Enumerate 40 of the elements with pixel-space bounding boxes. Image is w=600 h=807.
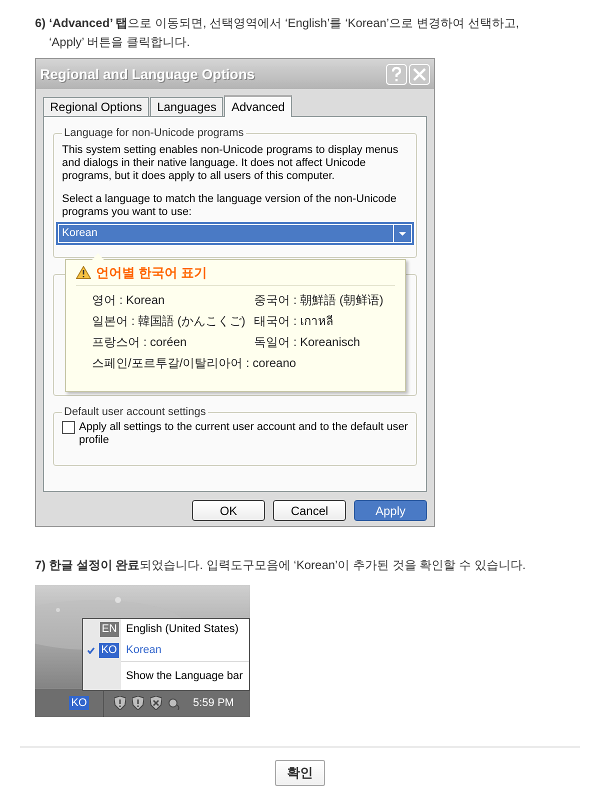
translation-entry: 영어 : Korean [92,293,166,308]
window-title: Regional and Language Options [40,64,256,84]
confirm-button[interactable]: 확인 [275,760,325,786]
dialog-button[interactable]: Apply [354,500,427,521]
menu-item[interactable]: English (United States) [121,621,238,638]
group-legend: Language for non-Unicode programs [62,127,246,140]
dialog-button[interactable]: Cancel [273,500,346,521]
shield-icon[interactable] [114,696,126,710]
warning-icon [76,266,91,279]
checkbox[interactable] [62,421,75,434]
translation-entry: 스페인/포르투갈/이탈리아어 : coreano [92,356,298,371]
language-code: EN [100,622,119,637]
tab[interactable]: Advanced [224,95,292,117]
step-instruction: 7) 한글 설정이 완료되었습니다. 입력도구모음에 ‘Korean’이 추가된 것을 확인할 수 있습니다. [35,557,527,574]
translation-entry: 일본어 : 韓国語 (かんこくご) [92,314,246,329]
prompt-text: Select a language to match the language version of the non-Unicode programs you want to use: [62,193,398,219]
translation-entry: 중국어 : 朝鮮語 (朝鲜语) [254,293,384,308]
tab[interactable]: Languages [150,97,224,116]
menu-item[interactable]: Show the Language bar [121,668,243,684]
dropdown-value: Korean [58,224,394,243]
group-legend: Default user account settings [62,406,208,419]
translation-entry: 태국어 : เกาหลี [254,314,334,329]
translation-entry: 프랑스어 : coréen [92,335,188,350]
tab[interactable]: Regional Options [43,97,150,116]
clock: 5:59 PM [193,696,234,711]
speaker-icon[interactable] [168,696,181,710]
language-code: KO [99,643,119,658]
dialog-button[interactable]: OK [192,500,265,521]
translation-entry: 독일어 : Koreanisch [254,335,362,350]
description-text: This system setting enables non-Unicode programs to display menus and dialogs in their native language. It does not affect Unicode programs, but it does apply to all users of this computer. [62,144,400,183]
caret-icon[interactable] [394,224,412,243]
check-icon [87,647,96,654]
tooltip-title: 언어별 한국어 표기 [96,266,208,279]
checkbox-label: Apply all settings to the current user account and to the default user profile [79,421,408,447]
menu-item[interactable]: Korean [121,642,162,659]
language-indicator[interactable]: KO [69,696,89,710]
shield-icon[interactable] [132,696,144,710]
shield-x-icon[interactable] [150,696,162,710]
language-dropdown[interactable]: Korean [56,222,414,245]
step-instruction: 6) ‘Advanced’ 탭으로 이동되면, 선택영역에서 ‘English’를 ‘Korean’으로 변경하여 선택하고, ‘Apply’ 버튼을 클릭합니다. [35,15,520,51]
